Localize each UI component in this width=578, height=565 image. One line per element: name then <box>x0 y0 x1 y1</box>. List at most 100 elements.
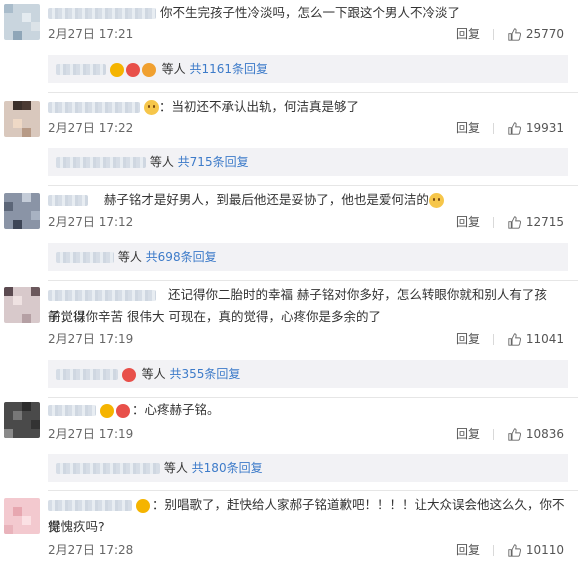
replies-suffix: 等人 <box>163 461 188 475</box>
comment-text-row: ：心疼赫子铭。 <box>48 399 568 421</box>
user-badge-icon <box>125 62 140 77</box>
user-badge-icon <box>100 403 114 418</box>
avatar[interactable] <box>4 498 40 534</box>
replies-summary[interactable]: 等人 共715条回复 <box>48 148 568 176</box>
user-badge-icon <box>136 498 150 513</box>
comment-divider <box>48 280 578 281</box>
user-badge-icon <box>121 367 136 382</box>
avatar[interactable] <box>4 287 40 323</box>
username[interactable] <box>48 102 140 113</box>
divider <box>493 29 494 40</box>
timestamp: 2月27日 17:12 <box>48 215 134 229</box>
replies-link[interactable]: 共180条回复 <box>192 461 263 475</box>
sweat-emoji-icon <box>144 100 159 115</box>
reply-button[interactable]: 回复 <box>456 118 480 138</box>
replies-suffix: 等人 <box>141 367 166 381</box>
replies-suffix: 等人 <box>149 155 174 169</box>
replier-name[interactable] <box>56 252 114 263</box>
comment-divider <box>48 185 578 186</box>
like-button[interactable]: 11041 <box>508 329 564 349</box>
replier-name[interactable] <box>56 64 106 75</box>
comment-divider <box>48 490 578 491</box>
divider <box>493 123 494 134</box>
comment-meta: 2月27日 17:28 回复 10110 <box>48 540 568 560</box>
thumbs-up-icon <box>508 121 521 135</box>
replies-summary[interactable]: 等人 共180条回复 <box>48 454 568 482</box>
replies-summary[interactable]: 等人 共698条回复 <box>48 243 568 271</box>
replies-summary[interactable]: 等人 共1161条回复 <box>48 55 568 83</box>
comment-meta: 2月27日 17:19 回复 10836 <box>48 424 568 444</box>
comment-text: 赫子铭才是好男人，到最后他还是妥协了，他也是爱何洁的 <box>103 192 429 207</box>
divider <box>493 217 494 228</box>
comment-text-row-2: 得愧疚吗? <box>48 516 568 538</box>
reply-button[interactable]: 回复 <box>456 540 480 560</box>
replies-link[interactable]: 共1161条回复 <box>190 62 269 76</box>
like-count: 10110 <box>525 543 564 557</box>
avatar[interactable] <box>4 101 40 137</box>
comment-text: ：当初还不承认出轨，何洁真是够了 <box>159 99 360 114</box>
username[interactable] <box>48 500 132 511</box>
like-button[interactable]: 25770 <box>508 24 564 44</box>
like-count: 11041 <box>525 332 564 346</box>
reply-button[interactable]: 回复 <box>456 24 480 44</box>
like-count: 19931 <box>525 121 564 135</box>
username[interactable] <box>48 290 156 301</box>
comment-text-continued: 前觉得你辛苦 很伟大 可现在，真的觉得，心疼你是多余的了 <box>48 309 381 324</box>
comment-meta: 2月27日 17:21 回复 25770 <box>48 24 568 44</box>
reply-button[interactable]: 回复 <box>456 424 480 444</box>
timestamp: 2月27日 17:28 <box>48 543 134 557</box>
username[interactable] <box>48 8 156 19</box>
comment-divider <box>48 397 578 398</box>
user-badge-icon <box>116 403 130 418</box>
divider <box>493 429 494 440</box>
replier-name[interactable] <box>56 463 160 474</box>
timestamp: 2月27日 17:19 <box>48 332 134 346</box>
replies-suffix: 等人 <box>117 250 142 264</box>
replies-suffix: 等人 <box>161 62 186 76</box>
sweat-emoji-icon <box>428 193 444 208</box>
username[interactable] <box>48 405 96 416</box>
comment-divider <box>48 92 578 93</box>
timestamp: 2月27日 17:22 <box>48 121 134 135</box>
replier-name[interactable] <box>56 157 146 168</box>
timestamp: 2月27日 17:21 <box>48 27 134 41</box>
replies-summary[interactable]: 等人 共355条回复 <box>48 360 568 388</box>
comment-text-continued: 得愧疚吗? <box>48 519 105 534</box>
avatar[interactable] <box>4 193 40 229</box>
thumbs-up-icon <box>508 27 521 41</box>
thumbs-up-icon <box>508 332 521 346</box>
timestamp: 2月27日 17:19 <box>48 427 134 441</box>
avatar[interactable] <box>4 4 40 40</box>
thumbs-up-icon <box>508 543 521 557</box>
like-count: 25770 <box>525 27 564 41</box>
comment-text: 你不生完孩子性冷淡吗，怎么一下跟这个男人不冷淡了 <box>160 5 461 20</box>
comment-text: ：心疼赫子铭。 <box>132 402 220 417</box>
comment-text-row: 你不生完孩子性冷淡吗，怎么一下跟这个男人不冷淡了 <box>48 2 568 24</box>
comment-meta: 2月27日 17:19 回复 11041 <box>48 329 568 349</box>
comment-text-row-2: 前觉得你辛苦 很伟大 可现在，真的觉得，心疼你是多余的了 <box>48 306 568 328</box>
comment-meta: 2月27日 17:22 回复 19931 <box>48 118 568 138</box>
divider <box>493 334 494 345</box>
replies-link[interactable]: 共698条回复 <box>146 250 217 264</box>
thumbs-up-icon <box>508 215 521 229</box>
replies-link[interactable]: 共715条回复 <box>178 155 249 169</box>
avatar[interactable] <box>4 402 40 438</box>
comment-text-row: ：当初还不承认出轨，何洁真是够了 <box>48 96 568 118</box>
replier-name[interactable] <box>56 369 118 380</box>
replies-link[interactable]: 共355条回复 <box>170 367 241 381</box>
user-badge-icon <box>109 62 124 77</box>
like-button[interactable]: 12715 <box>508 212 564 232</box>
reply-button[interactable]: 回复 <box>456 212 480 232</box>
username[interactable] <box>48 195 88 206</box>
like-button[interactable]: 10110 <box>508 540 564 560</box>
thumbs-up-icon <box>508 427 521 441</box>
comment-text-row: 赫子铭才是好男人，到最后他还是妥协了，他也是爱何洁的 <box>48 189 568 211</box>
like-button[interactable]: 10836 <box>508 424 564 444</box>
like-count: 10836 <box>525 427 564 441</box>
like-button[interactable]: 19931 <box>508 118 564 138</box>
like-count: 12715 <box>525 215 564 229</box>
reply-button[interactable]: 回复 <box>456 329 480 349</box>
comment-meta: 2月27日 17:12 回复 12715 <box>48 212 568 232</box>
user-badge-icon <box>141 62 156 77</box>
divider <box>493 545 494 556</box>
